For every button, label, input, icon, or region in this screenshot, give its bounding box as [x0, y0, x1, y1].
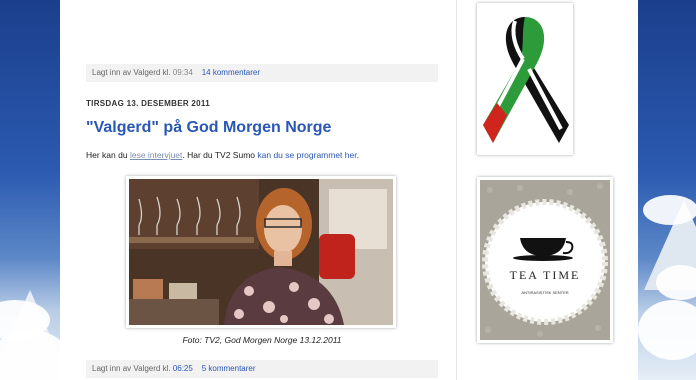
- post-time-link[interactable]: 06:25: [173, 364, 193, 373]
- program-link[interactable]: kan du se programmet her: [257, 150, 356, 160]
- photo-caption: Foto: TV2, God Morgen Norge 13.12.2011: [182, 335, 342, 345]
- date-header: TIRSDAG 13. DESEMBER 2011: [86, 99, 210, 108]
- post-time-link[interactable]: 09:34: [173, 68, 193, 77]
- comments-link[interactable]: 5 kommentarer: [202, 364, 256, 373]
- post-title-link[interactable]: "Valgerd" på God Morgen Norge: [86, 119, 331, 136]
- tea-time-badge: TEA TIME ANTIRASISTISK SENTER: [480, 180, 610, 340]
- tv-still-image: [129, 179, 393, 325]
- post-body: Her kan du lese intervjuet. Har du TV2 S…: [86, 150, 359, 160]
- post-footer: Lagt inn av Valgerd kl. 06:25 5 kommenta…: [86, 360, 438, 378]
- tea-time-image[interactable]: TEA TIME ANTIRASISTISK SENTER: [477, 177, 613, 343]
- sidebar-divider: [456, 0, 457, 380]
- ribbon-icon: [483, 17, 569, 143]
- comments-link[interactable]: 14 kommentarer: [202, 68, 260, 77]
- post-photo[interactable]: [126, 176, 396, 328]
- tea-subtitle: ANTIRASISTISK SENTER: [521, 290, 569, 295]
- background-right: [638, 0, 696, 380]
- background-left: [0, 0, 60, 380]
- solidarity-ribbon-image[interactable]: [477, 3, 573, 155]
- tea-title: TEA TIME: [509, 268, 581, 282]
- post-footer: Lagt inn av Valgerd kl. 09:34 14 komment…: [86, 64, 438, 82]
- interview-link[interactable]: lese intervjuet: [130, 150, 182, 160]
